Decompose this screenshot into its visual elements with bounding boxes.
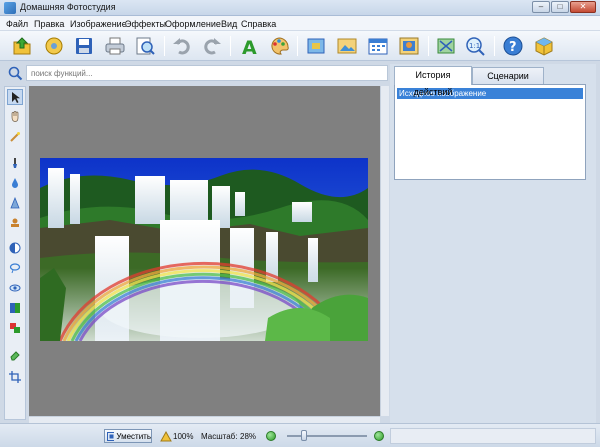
- zoom-slider-thumb[interactable]: [301, 430, 307, 441]
- menu-file[interactable]: Файл: [6, 19, 28, 29]
- lasso-icon[interactable]: [7, 260, 23, 276]
- menu-design[interactable]: Оформление: [165, 19, 221, 29]
- horizontal-scrollbar[interactable]: [29, 416, 380, 423]
- fit-button[interactable]: Уместить: [104, 429, 152, 443]
- function-search: [6, 64, 388, 82]
- layers-icon[interactable]: [7, 300, 23, 316]
- search-input[interactable]: [26, 65, 388, 81]
- open-icon[interactable]: [10, 35, 34, 57]
- vertical-scrollbar[interactable]: [380, 86, 389, 416]
- tab-scenarios[interactable]: Сценарии: [472, 67, 544, 84]
- tools-panel: [4, 86, 26, 420]
- eye-icon[interactable]: [7, 280, 23, 296]
- menu-edit[interactable]: Правка: [34, 19, 64, 29]
- redo-icon[interactable]: [200, 35, 224, 57]
- stamp-icon[interactable]: [7, 215, 23, 231]
- help-icon[interactable]: ?: [501, 35, 525, 57]
- fit-icon: [107, 431, 115, 441]
- actual-size-icon[interactable]: [160, 430, 172, 442]
- minimize-button[interactable]: –: [532, 1, 550, 13]
- svg-text:A: A: [242, 37, 257, 56]
- maximize-button[interactable]: □: [551, 1, 569, 13]
- scale-label: Масштаб:: [201, 432, 238, 441]
- save-icon[interactable]: [72, 35, 96, 57]
- fit-label: Уместить: [116, 431, 151, 441]
- menu-image[interactable]: Изображение: [70, 19, 127, 29]
- zoom-slider-track[interactable]: [287, 435, 367, 437]
- svg-text:?: ?: [509, 40, 517, 55]
- menu-effects[interactable]: Эффекты: [125, 19, 166, 29]
- resize-icon[interactable]: [434, 35, 458, 57]
- menu-view[interactable]: Вид: [221, 19, 237, 29]
- menu-help[interactable]: Справка: [241, 19, 276, 29]
- eraser-icon[interactable]: [7, 347, 23, 363]
- color-swap-icon[interactable]: [7, 320, 23, 336]
- zoom-actual-icon[interactable]: 1:1: [464, 35, 488, 57]
- menu-bar: Файл Правка Изображение Эффекты Оформлен…: [0, 16, 600, 31]
- waterfall-photo: [40, 158, 368, 341]
- zoom-out-icon[interactable]: [266, 431, 276, 441]
- pointer-tool-icon[interactable]: [7, 89, 23, 105]
- text-icon[interactable]: A: [237, 35, 261, 57]
- close-button[interactable]: ✕: [570, 1, 596, 13]
- title-bar: Домашняя Фотостудия – □ ✕: [0, 0, 600, 16]
- brush-icon[interactable]: [7, 155, 23, 171]
- svg-text:1:1: 1:1: [469, 42, 480, 50]
- zoom-in-icon[interactable]: [374, 431, 384, 441]
- gallery-icon[interactable]: [42, 35, 66, 57]
- print-icon[interactable]: [103, 35, 127, 57]
- collage-icon[interactable]: [397, 35, 421, 57]
- frame-icon[interactable]: [304, 35, 328, 57]
- crop-icon[interactable]: [7, 369, 23, 385]
- hand-tool-icon[interactable]: [7, 108, 23, 124]
- status-info-box: [390, 428, 596, 444]
- window-title: Домашняя Фотостудия: [20, 2, 116, 12]
- search-icon: [8, 66, 23, 81]
- contrast-icon[interactable]: [7, 240, 23, 256]
- scale-value: 28%: [240, 432, 257, 441]
- preview-icon[interactable]: [133, 35, 157, 57]
- box-icon[interactable]: [532, 35, 556, 57]
- sharpen-icon[interactable]: [7, 195, 23, 211]
- tab-history[interactable]: История действий: [394, 66, 472, 97]
- actual-size-label[interactable]: 100%: [173, 432, 193, 441]
- status-bar: Уместить 100% Масштаб: 28%: [0, 423, 600, 447]
- palette-icon[interactable]: [267, 35, 291, 57]
- picture-icon[interactable]: [335, 35, 359, 57]
- magic-wand-icon[interactable]: [7, 129, 23, 145]
- main-toolbar: A 1:1 ?: [0, 31, 600, 61]
- undo-icon[interactable]: [170, 35, 194, 57]
- history-panel: История действий Сценарии Исходное изобр…: [390, 64, 596, 444]
- drop-icon[interactable]: [7, 175, 23, 191]
- calendar-icon[interactable]: [366, 35, 390, 57]
- app-icon: [4, 2, 16, 14]
